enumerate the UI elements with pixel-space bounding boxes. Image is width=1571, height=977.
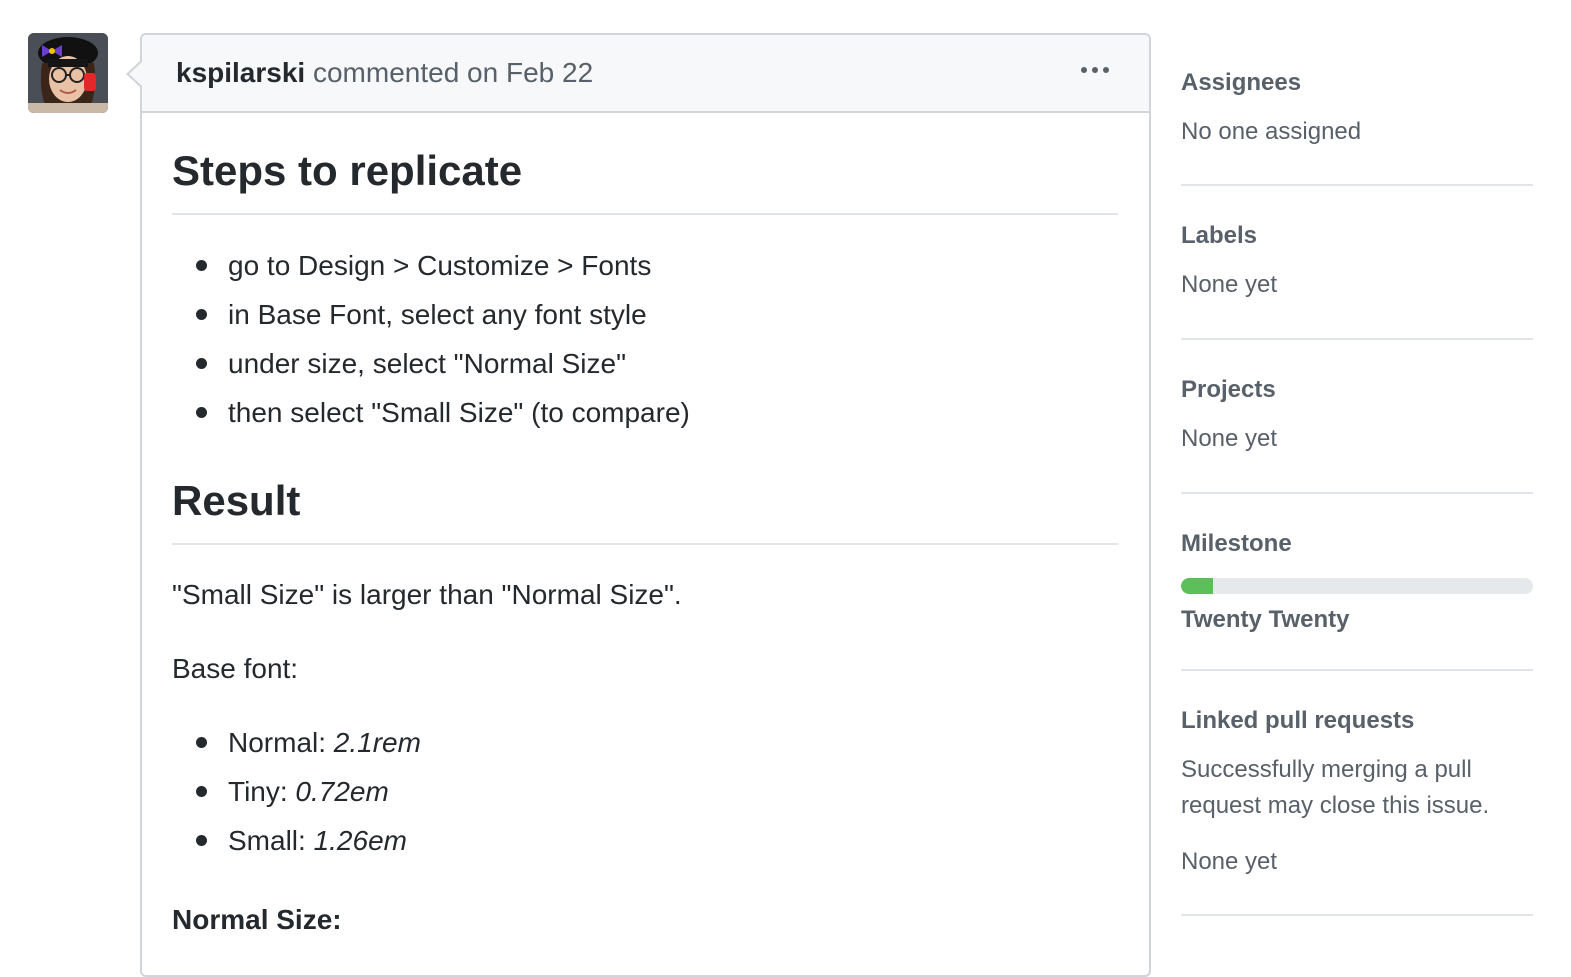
comment-arrow-fill xyxy=(129,62,142,86)
milestone-name-wrap: Twenty Twenty xyxy=(1181,605,1533,635)
labels-section: Labels None yet xyxy=(1181,221,1533,303)
projects-value: None yet xyxy=(1181,425,1278,452)
font-size-value: 1.26em xyxy=(313,825,407,856)
comment-box: kspilarski commented on Feb 22 Steps to … xyxy=(140,33,1151,977)
normal-size-label: Normal Size: xyxy=(172,904,342,935)
result-text: "Small Size" is larger than "Normal Size… xyxy=(172,579,682,610)
comment-body: Steps to replicate go to Design > Custom… xyxy=(172,145,1118,937)
font-size-label: Small: xyxy=(228,825,314,856)
comment-header: kspilarski commented on Feb 22 xyxy=(142,35,1149,113)
dot xyxy=(1092,67,1098,73)
comment-header-text: kspilarski commented on Feb 22 xyxy=(176,56,593,90)
more-options-icon[interactable] xyxy=(1081,67,1109,73)
linked-prs-description-line1: Successfully merging a pull xyxy=(1181,756,1472,783)
steps-list: go to Design > Customize > Fonts in Base… xyxy=(172,241,1118,437)
list-item: Normal: 2.1rem xyxy=(172,718,1118,767)
assignees-section: Assignees No one assigned xyxy=(1181,68,1533,150)
linked-prs-heading[interactable]: Linked pull requests xyxy=(1181,706,1533,736)
linked-prs-description-line2: request may close this issue. xyxy=(1181,792,1490,819)
milestone-section: Milestone xyxy=(1181,529,1533,559)
avatar-image xyxy=(28,33,108,113)
dot xyxy=(1081,67,1087,73)
projects-heading[interactable]: Projects xyxy=(1181,375,1533,405)
list-item: in Base Font, select any font style xyxy=(172,290,1118,339)
divider xyxy=(1181,669,1533,671)
list-item: Small: 1.26em xyxy=(172,816,1118,865)
dot xyxy=(1103,67,1109,73)
font-sizes-list: Normal: 2.1rem Tiny: 0.72em Small: 1.26e… xyxy=(172,718,1118,865)
font-size-label: Tiny: xyxy=(228,776,296,807)
milestone-name[interactable]: Twenty Twenty xyxy=(1181,605,1533,635)
divider xyxy=(1181,184,1533,186)
divider xyxy=(1181,914,1533,916)
list-item: Tiny: 0.72em xyxy=(172,767,1118,816)
heading-steps: Steps to replicate xyxy=(172,145,1118,215)
divider xyxy=(1181,338,1533,340)
heading-result: Result xyxy=(172,475,1118,545)
font-size-label: Normal: xyxy=(228,727,334,758)
milestone-heading[interactable]: Milestone xyxy=(1181,529,1533,559)
avatar[interactable] xyxy=(28,33,108,113)
assignees-heading[interactable]: Assignees xyxy=(1181,68,1533,98)
font-size-value: 0.72em xyxy=(295,776,389,807)
divider xyxy=(1181,492,1533,494)
comment-author[interactable]: kspilarski xyxy=(176,57,305,88)
labels-heading[interactable]: Labels xyxy=(1181,221,1533,251)
milestone-progress-bar xyxy=(1181,578,1533,594)
base-font-label: Base font: xyxy=(172,653,299,684)
linked-prs-value: None yet xyxy=(1181,848,1278,875)
list-item: under size, select "Normal Size" xyxy=(172,339,1118,388)
projects-section: Projects None yet xyxy=(1181,375,1533,457)
assignees-value: No one assigned xyxy=(1181,118,1362,145)
comment-timestamp[interactable]: commented on Feb 22 xyxy=(313,57,593,88)
font-size-value: 2.1rem xyxy=(333,727,421,758)
list-item: go to Design > Customize > Fonts xyxy=(172,241,1118,290)
milestone-progress-fill xyxy=(1181,578,1213,594)
list-item: then select "Small Size" (to compare) xyxy=(172,388,1118,437)
linked-prs-section: Linked pull requests Successfully mergin… xyxy=(1181,706,1533,880)
labels-value: None yet xyxy=(1181,271,1278,298)
